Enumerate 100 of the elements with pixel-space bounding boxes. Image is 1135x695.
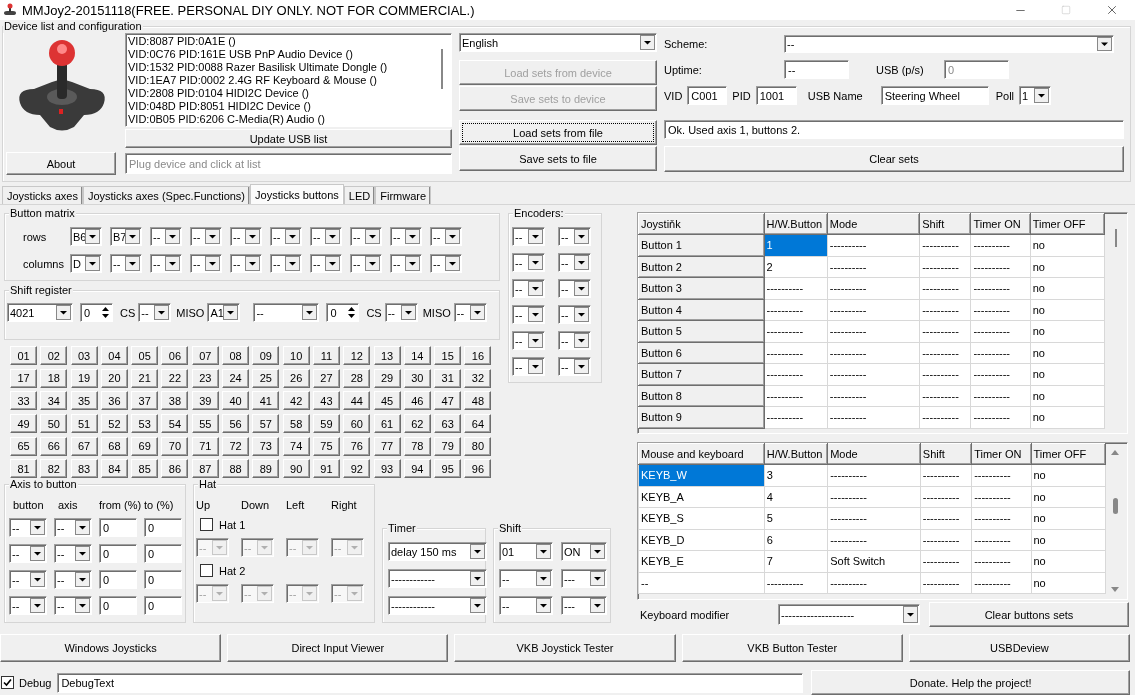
number-button[interactable]: 66 [40, 436, 68, 456]
number-button[interactable]: 59 [312, 414, 340, 434]
number-button[interactable]: 17 [10, 368, 37, 388]
dropdown[interactable]: -- [499, 596, 553, 616]
dropdown[interactable]: -- [558, 357, 591, 376]
row-header[interactable]: Button 9 [638, 406, 765, 428]
table-cell[interactable]: KEYB_E [638, 550, 765, 572]
dropdown[interactable]: -- [558, 331, 591, 350]
list-item[interactable]: VID:8087 PID:0A1E () [128, 35, 435, 48]
dropdown[interactable]: -- [270, 227, 302, 246]
dropdown[interactable]: -- [390, 227, 422, 246]
dropdown[interactable]: -- [390, 254, 422, 273]
number-button[interactable]: 54 [161, 414, 189, 434]
list-item[interactable]: VID:048D PID:8051 HIDI2C Device () [128, 100, 435, 113]
scheme-dropdown[interactable]: -- [784, 35, 1114, 53]
dropdown[interactable]: -- [512, 357, 545, 376]
percent-field[interactable]: 0 [99, 544, 137, 564]
spin-box[interactable]: 0 [326, 303, 360, 322]
number-button[interactable]: 24 [222, 368, 250, 388]
number-button[interactable]: 34 [40, 391, 68, 411]
dropdown[interactable]: -- [9, 544, 47, 564]
tool-button[interactable]: VKB Button Tester [681, 634, 903, 662]
dropdown[interactable]: -- [9, 570, 47, 590]
number-button[interactable]: 52 [100, 414, 128, 434]
number-button[interactable]: 79 [434, 436, 462, 456]
dropdown[interactable]: delay 150 ms [388, 542, 487, 562]
dropdown[interactable]: -- [150, 227, 182, 246]
scroll-thumb[interactable] [1112, 498, 1118, 514]
list-item[interactable]: VID:1EA7 PID:0002 2.4G RF Keyboard & Mouse () [128, 74, 435, 87]
number-button[interactable]: 10 [282, 346, 310, 365]
number-button[interactable]: 49 [10, 414, 37, 434]
number-button[interactable]: 19 [70, 368, 98, 388]
tool-button[interactable]: USBDeview [908, 634, 1130, 662]
column-header[interactable]: Shift [920, 443, 972, 465]
hint-field[interactable]: Plug device and click at list [125, 153, 452, 174]
dropdown[interactable]: -- [350, 254, 382, 273]
dropdown[interactable]: -- [558, 279, 591, 298]
dropdown[interactable]: -- [150, 254, 182, 273]
number-button[interactable]: 04 [100, 346, 128, 365]
number-button[interactable]: 60 [343, 414, 371, 434]
number-button[interactable]: 47 [434, 391, 462, 411]
number-button[interactable]: 91 [312, 459, 340, 479]
number-button[interactable]: 07 [191, 346, 219, 365]
clear-buttons-button[interactable]: Clear buttons sets [929, 602, 1129, 627]
number-button[interactable]: 27 [312, 368, 340, 388]
number-button[interactable]: 39 [191, 391, 219, 411]
number-button[interactable]: 70 [161, 436, 189, 456]
list-item[interactable]: VID:1532 PID:0088 Razer Basilisk Ultimate Dongle () [128, 61, 435, 74]
number-button[interactable]: 65 [10, 436, 37, 456]
number-button[interactable]: 95 [434, 459, 462, 479]
number-button[interactable]: 75 [312, 436, 340, 456]
number-button[interactable]: 33 [10, 391, 37, 411]
number-button[interactable]: 14 [403, 346, 431, 365]
usb-rate-field[interactable]: 0 [944, 60, 1009, 79]
donate-button[interactable]: Donate. Help the project! [811, 670, 1130, 695]
number-button[interactable]: 56 [222, 414, 250, 434]
number-button[interactable]: 05 [131, 346, 159, 365]
number-button[interactable]: 38 [161, 391, 189, 411]
column-header[interactable]: Mode [827, 443, 921, 465]
number-button[interactable]: 42 [282, 391, 310, 411]
dropdown[interactable]: D [70, 254, 102, 273]
dropdown[interactable]: -- [512, 305, 545, 324]
dropdown[interactable]: -- [190, 254, 222, 273]
number-button[interactable]: 30 [403, 368, 431, 388]
dropdown[interactable]: -- [9, 596, 47, 616]
dropdown[interactable]: ------------ [388, 596, 487, 616]
column-header[interactable]: Timer OFF [1031, 443, 1106, 465]
dropdown[interactable]: -- [270, 254, 302, 273]
number-button[interactable]: 37 [131, 391, 159, 411]
number-button[interactable]: 80 [464, 436, 492, 456]
pid-field[interactable]: 1001 [755, 86, 797, 105]
number-button[interactable]: 81 [10, 459, 37, 479]
percent-field[interactable]: 0 [144, 544, 182, 564]
table-cell[interactable]: KEYB_W [638, 464, 765, 486]
row-header[interactable]: Button 7 [638, 363, 765, 385]
dropdown[interactable]: -- [138, 303, 172, 322]
number-button[interactable]: 08 [222, 346, 250, 365]
percent-field[interactable]: 0 [144, 518, 182, 538]
number-button[interactable]: 51 [70, 414, 98, 434]
tab[interactable]: LED [343, 186, 376, 204]
dropdown[interactable]: -- [499, 569, 553, 589]
vid-field[interactable]: C001 [687, 86, 728, 105]
dropdown[interactable]: -- [384, 303, 418, 322]
usb-name-field[interactable]: Steering Wheel [880, 86, 989, 105]
list-item[interactable]: VID:2808 PID:0104 HIDI2C Device () [128, 87, 435, 100]
number-button[interactable]: 93 [373, 459, 401, 479]
dropdown[interactable]: -- [350, 227, 382, 246]
number-button[interactable]: 23 [191, 368, 219, 388]
number-button[interactable]: 82 [40, 459, 68, 479]
dropdown[interactable]: -- [54, 570, 92, 590]
about-button[interactable]: About [6, 152, 116, 175]
dropdown[interactable]: -- [430, 254, 462, 273]
number-button[interactable]: 84 [100, 459, 128, 479]
dropdown[interactable]: -- [558, 227, 591, 246]
dropdown[interactable]: A1 [207, 303, 241, 322]
number-button[interactable]: 87 [191, 459, 219, 479]
percent-field[interactable]: 0 [99, 518, 137, 538]
number-button[interactable]: 26 [282, 368, 310, 388]
percent-field[interactable]: 0 [144, 570, 182, 590]
debug-field[interactable]: DebugText [57, 672, 804, 693]
